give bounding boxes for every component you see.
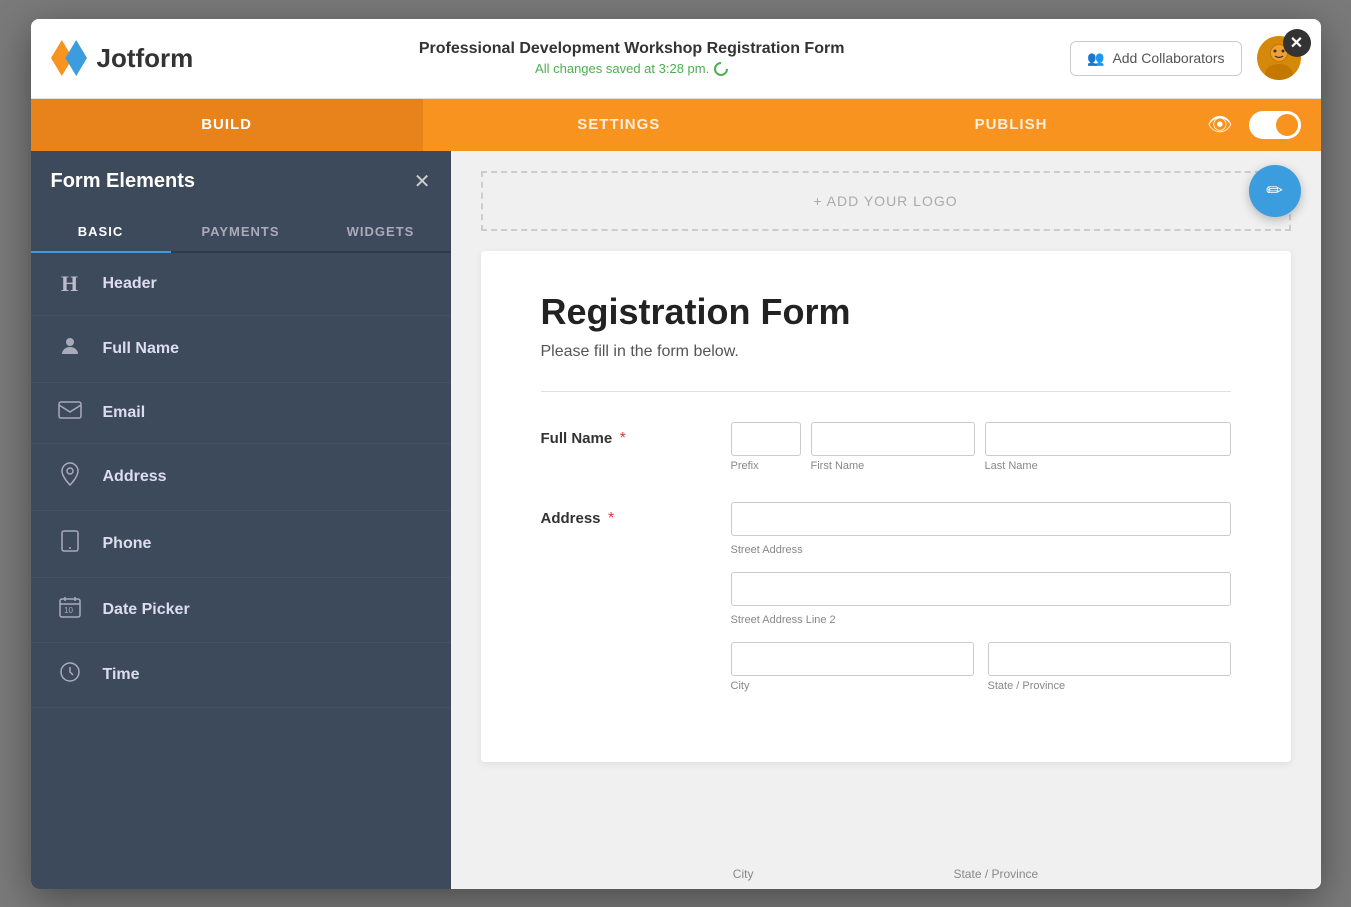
- form-canvas: + ADD YOUR LOGO ✏ Registration Form Plea…: [451, 151, 1321, 889]
- logo-add-area[interactable]: + ADD YOUR LOGO: [481, 171, 1291, 231]
- modal: ✕ Jotform Professional Development Works…: [31, 19, 1321, 889]
- address-label: Address: [541, 510, 601, 527]
- bottom-bar: City State / Province: [451, 859, 1321, 889]
- sidebar-tab-basic[interactable]: BASIC: [31, 212, 171, 251]
- bottom-city-label: City: [733, 867, 754, 881]
- fullname-icon: [55, 334, 85, 364]
- address-label-col: Address *: [541, 502, 701, 692]
- fullname-field: Full Name * Prefix F: [541, 422, 1231, 472]
- prefix-group: Prefix: [731, 422, 801, 472]
- phone-icon: [55, 529, 85, 559]
- datepicker-icon: 10: [55, 596, 85, 624]
- header-icon: H: [55, 271, 85, 297]
- sidebar-item-time[interactable]: Time: [31, 643, 451, 708]
- svg-text:10: 10: [64, 606, 73, 615]
- state-input[interactable]: [988, 642, 1231, 676]
- street-address2-row: Street Address Line 2: [731, 572, 1231, 628]
- fullname-label: Full Name: [541, 430, 613, 447]
- sidebar-item-email[interactable]: Email: [31, 383, 451, 444]
- sidebar-tab-payments[interactable]: PAYMENTS: [171, 212, 311, 251]
- name-fields-row: Prefix First Name Last Name: [731, 422, 1231, 472]
- state-group: State / Province: [988, 642, 1231, 692]
- sidebar-tab-widgets[interactable]: WIDGETS: [311, 212, 451, 251]
- nav-right-controls: 👁: [1207, 111, 1320, 139]
- city-label: City: [731, 680, 974, 692]
- email-icon: [55, 401, 85, 425]
- city-group: City: [731, 642, 974, 692]
- firstname-group: First Name: [811, 422, 975, 472]
- city-input[interactable]: [731, 642, 974, 676]
- address-icon: [55, 462, 85, 492]
- firstname-input[interactable]: [811, 422, 975, 456]
- nav-bar: BUILD SETTINGS PUBLISH 👁: [31, 99, 1321, 151]
- lastname-label: Last Name: [985, 460, 1231, 472]
- lastname-group: Last Name: [985, 422, 1231, 472]
- street-address2-input[interactable]: [731, 572, 1231, 606]
- sidebar-header: Form Elements ✕: [31, 151, 451, 212]
- form-card: Registration Form Please fill in the for…: [481, 251, 1291, 762]
- city-state-row: City State / Province: [731, 642, 1231, 692]
- collab-icon: 👥: [1087, 50, 1104, 67]
- logo-text: Jotform: [97, 43, 194, 74]
- add-collaborators-button[interactable]: 👥 Add Collaborators: [1070, 41, 1242, 76]
- fullname-label-col: Full Name *: [541, 422, 701, 472]
- address-inputs: Street Address Street Address Line 2: [731, 502, 1231, 692]
- header-right: 👥 Add Collaborators: [1070, 36, 1301, 80]
- nav-tab-publish[interactable]: PUBLISH: [815, 99, 1207, 151]
- sidebar-item-fullname[interactable]: Full Name: [31, 316, 451, 383]
- pencil-icon: ✏: [1266, 178, 1283, 203]
- sidebar-item-datepicker[interactable]: 10 Date Picker: [31, 578, 451, 643]
- edit-pencil-button[interactable]: ✏: [1249, 165, 1301, 217]
- sidebar-item-phone[interactable]: Phone: [31, 511, 451, 578]
- prefix-input[interactable]: [731, 422, 801, 456]
- address-required: *: [608, 510, 614, 527]
- sidebar-title: Form Elements: [51, 170, 195, 193]
- form-heading: Registration Form: [541, 291, 1231, 333]
- sidebar-close-button[interactable]: ✕: [414, 169, 431, 194]
- street-label: Street Address: [731, 544, 803, 556]
- address-field: Address * Street Address: [541, 502, 1231, 692]
- form-title: Professional Development Workshop Regist…: [419, 40, 845, 58]
- sidebar-item-header[interactable]: H Header: [31, 253, 451, 316]
- modal-close-button[interactable]: ✕: [1283, 29, 1311, 57]
- header: Jotform Professional Development Worksho…: [31, 19, 1321, 99]
- sidebar-tabs: BASIC PAYMENTS WIDGETS: [31, 212, 451, 253]
- street-address-input[interactable]: [731, 502, 1231, 536]
- bottom-state-label: State / Province: [953, 867, 1038, 881]
- sidebar-item-address[interactable]: Address: [31, 444, 451, 511]
- street-address-row: Street Address: [731, 502, 1231, 558]
- jotform-logo-icon: [51, 40, 87, 76]
- preview-eye-icon[interactable]: 👁: [1207, 112, 1232, 137]
- sidebar-items-list: H Header Full Name Email: [31, 253, 451, 889]
- toggle-switch[interactable]: [1249, 111, 1301, 139]
- nav-tab-settings[interactable]: SETTINGS: [423, 99, 815, 151]
- prefix-label: Prefix: [731, 460, 801, 472]
- toggle-knob: [1276, 114, 1298, 136]
- nav-tab-build[interactable]: BUILD: [31, 99, 423, 151]
- sidebar: Form Elements ✕ BASIC PAYMENTS WIDGETS: [31, 151, 451, 889]
- form-subheading: Please fill in the form below.: [541, 343, 1231, 361]
- header-center: Professional Development Workshop Regist…: [419, 40, 845, 76]
- fullname-inputs: Prefix First Name Last Name: [731, 422, 1231, 472]
- state-label: State / Province: [988, 680, 1231, 692]
- lastname-input[interactable]: [985, 422, 1231, 456]
- logo-area: Jotform: [51, 40, 194, 76]
- firstname-label: First Name: [811, 460, 975, 472]
- refresh-icon: [711, 59, 731, 79]
- street2-label: Street Address Line 2: [731, 614, 836, 626]
- time-icon: [55, 661, 85, 689]
- save-status: All changes saved at 3:28 pm.: [419, 61, 845, 76]
- main-area: Form Elements ✕ BASIC PAYMENTS WIDGETS: [31, 151, 1321, 889]
- background: ✕ Jotform Professional Development Works…: [0, 0, 1351, 907]
- fullname-required: *: [620, 430, 626, 447]
- form-divider: [541, 391, 1231, 392]
